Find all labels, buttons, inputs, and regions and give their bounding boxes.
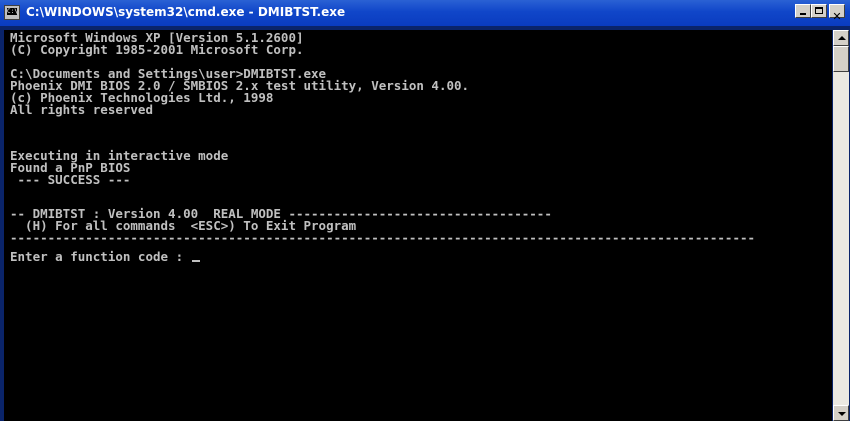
title-bar[interactable]: C:\ C:\WINDOWS\system32\cmd.exe - DMIBTS…: [0, 0, 850, 26]
scroll-thumb[interactable]: [833, 46, 849, 72]
console-line: --- SUCCESS ---: [10, 172, 131, 187]
maximize-icon: [815, 7, 823, 14]
console-output[interactable]: Microsoft Windows XP [Version 5.1.2600] …: [4, 30, 832, 421]
cmd-icon-glyph: C:\: [7, 8, 18, 15]
scroll-down-button[interactable]: [833, 405, 849, 421]
window-title: C:\WINDOWS\system32\cmd.exe - DMIBTST.ex…: [26, 5, 346, 19]
prompt-text: Enter a function code :: [10, 249, 191, 264]
minimize-icon: [800, 13, 806, 15]
console-line: ----------------------------------------…: [10, 230, 756, 245]
maximize-button[interactable]: [811, 4, 827, 18]
arrow-down-icon: [838, 412, 846, 416]
text-cursor: [191, 260, 200, 262]
close-icon: ✕: [832, 10, 842, 23]
close-button[interactable]: ✕: [829, 4, 845, 23]
console-line: All rights reserved: [10, 102, 153, 117]
vertical-scrollbar[interactable]: [833, 30, 849, 421]
prompt-line[interactable]: Enter a function code :: [10, 249, 200, 264]
console-line: (C) Copyright 1985-2001 Microsoft Corp.: [10, 42, 304, 57]
minimize-button[interactable]: [795, 4, 811, 18]
cmd-window: C:\ C:\WINDOWS\system32\cmd.exe - DMIBTS…: [0, 0, 850, 421]
scroll-up-button[interactable]: [833, 30, 849, 46]
arrow-up-icon: [838, 36, 846, 40]
cmd-app-icon[interactable]: C:\: [4, 5, 20, 20]
